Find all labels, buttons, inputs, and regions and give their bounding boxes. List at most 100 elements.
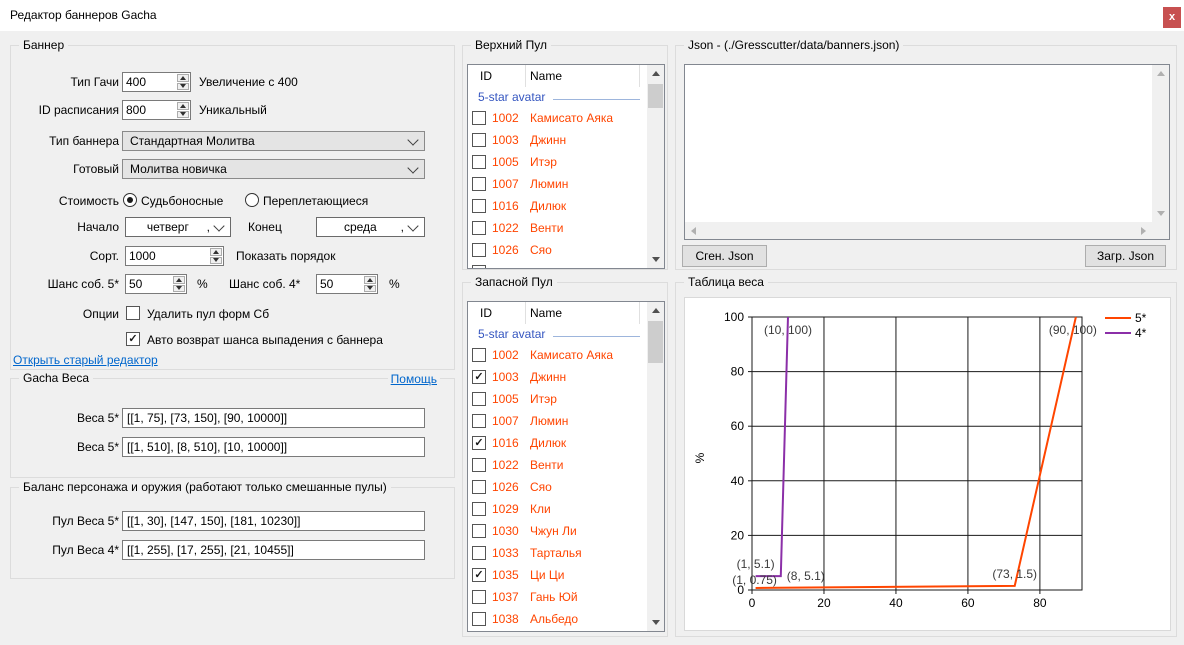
chance4-input[interactable] [316, 274, 378, 294]
list-header[interactable]: ID Name [468, 302, 664, 324]
json-vertical-scrollbar[interactable] [1152, 65, 1169, 222]
radio-fate-selected[interactable] [123, 193, 137, 207]
pool-item-1005[interactable]: 1005Итэр [468, 151, 664, 173]
pool4-input[interactable] [122, 540, 425, 560]
checkbox-unchecked-icon[interactable] [472, 458, 486, 472]
scroll-up-icon[interactable] [1152, 65, 1169, 82]
pool-item-1022[interactable]: 1022Венти [468, 454, 664, 476]
checkbox-unchecked-icon[interactable] [472, 133, 486, 147]
spin-up-icon[interactable] [177, 102, 189, 110]
reserve-pool-list[interactable]: ID Name 5-star avatar 1002Камисато Аяка1… [467, 301, 665, 632]
pool-item-1029[interactable]: 1029Кли [468, 498, 664, 520]
spin-up-icon[interactable] [364, 276, 376, 284]
generate-json-button[interactable]: Сген. Json [682, 245, 767, 267]
pool-item-1022[interactable]: 1022Венти [468, 217, 664, 239]
upper-pool-list[interactable]: ID Name 5-star avatar 1002Камисато Аяка1… [467, 64, 665, 269]
checkbox-unchecked-icon[interactable] [472, 546, 486, 560]
chance5-spinner[interactable] [173, 275, 186, 293]
pool-item-1005[interactable]: 1005Итэр [468, 388, 664, 410]
pool-item-1007[interactable]: 1007Люмин [468, 410, 664, 432]
checkbox-unchecked-icon[interactable] [472, 590, 486, 604]
pool-item-1033[interactable]: 1033Тарталья [468, 542, 664, 564]
spin-up-icon[interactable] [210, 248, 222, 256]
start-dropdown[interactable]: четверг , [125, 217, 231, 237]
checkbox-unchecked-icon[interactable] [472, 414, 486, 428]
scroll-thumb[interactable] [648, 321, 663, 363]
scroll-left-icon[interactable] [685, 222, 702, 239]
gacha-type-input[interactable] [122, 72, 191, 92]
pool-item-partial[interactable] [468, 261, 664, 269]
column-header-name[interactable]: Name [530, 69, 562, 83]
checkbox-unchecked-icon[interactable] [472, 612, 486, 626]
pool-item-1030[interactable]: 1030Чжун Ли [468, 520, 664, 542]
json-content[interactable] [685, 65, 1152, 222]
chance5-field[interactable] [126, 275, 173, 293]
checkbox-unchecked-icon[interactable] [472, 221, 486, 235]
end-dropdown[interactable]: среда , [316, 217, 425, 237]
sort-field[interactable] [126, 247, 210, 265]
schedule-id-field[interactable] [123, 101, 177, 119]
spin-down-icon[interactable] [173, 285, 185, 293]
spin-down-icon[interactable] [210, 257, 222, 265]
pool-item-1038[interactable]: 1038Альбедо [468, 608, 664, 630]
gacha-type-spinner[interactable] [177, 73, 190, 91]
json-textbox[interactable] [684, 64, 1170, 240]
checkbox-checked-icon[interactable] [472, 436, 486, 450]
pool-item-1002[interactable]: 1002Камисато Аяка [468, 107, 664, 129]
list-header[interactable]: ID Name [468, 65, 664, 87]
pool-item-1003[interactable]: 1003Джинн [468, 366, 664, 388]
radio-intertwined[interactable] [245, 193, 259, 207]
spin-up-icon[interactable] [173, 276, 185, 284]
open-old-editor-link[interactable]: Открыть старый редактор [13, 353, 158, 367]
checkbox-unchecked-icon[interactable] [472, 348, 486, 362]
checkbox-checked-icon[interactable] [472, 370, 486, 384]
pool-item-1002[interactable]: 1002Камисато Аяка [468, 344, 664, 366]
schedule-id-spinner[interactable] [177, 101, 190, 119]
scroll-right-icon[interactable] [1135, 222, 1152, 239]
scroll-up-icon[interactable] [647, 302, 664, 319]
json-horizontal-scrollbar[interactable] [685, 222, 1152, 239]
scroll-down-icon[interactable] [647, 614, 664, 631]
spin-up-icon[interactable] [177, 74, 189, 82]
checkbox-checked-icon[interactable] [472, 568, 486, 582]
checkbox-unchecked-icon[interactable] [472, 155, 486, 169]
checkbox-unchecked-icon[interactable] [472, 243, 486, 257]
preset-dropdown[interactable]: Молитва новичка [122, 159, 425, 179]
chance4-spinner[interactable] [364, 275, 377, 293]
checkbox-unchecked-icon[interactable] [472, 392, 486, 406]
scroll-down-icon[interactable] [647, 251, 664, 268]
scroll-down-icon[interactable] [1152, 205, 1169, 222]
pool-item-1026[interactable]: 1026Сяо [468, 476, 664, 498]
pool-item-1003[interactable]: 1003Джинн [468, 129, 664, 151]
help-link[interactable]: Помощь [388, 372, 440, 386]
weights5-1-input[interactable] [122, 408, 425, 428]
schedule-id-input[interactable] [122, 100, 191, 120]
load-json-button[interactable]: Загр. Json [1085, 245, 1166, 267]
chance4-field[interactable] [317, 275, 364, 293]
checkbox-remove-pool-unchecked[interactable] [126, 306, 140, 320]
checkbox-unchecked-icon[interactable] [472, 502, 486, 516]
checkbox-auto-return-checked[interactable] [126, 332, 140, 346]
checkbox-unchecked-icon[interactable] [472, 177, 486, 191]
column-header-id[interactable]: ID [480, 306, 492, 320]
checkbox-unchecked-icon[interactable] [472, 199, 486, 213]
pool-item-1016[interactable]: 1016Дилюк [468, 432, 664, 454]
sort-input[interactable] [125, 246, 224, 266]
banner-type-dropdown[interactable]: Стандартная Молитва [122, 131, 425, 151]
spin-down-icon[interactable] [177, 83, 189, 91]
checkbox-unchecked-icon[interactable] [472, 111, 486, 125]
reserve-pool-scrollbar[interactable] [647, 302, 664, 631]
pool-item-1026[interactable]: 1026Сяо [468, 239, 664, 261]
pool-item-1016[interactable]: 1016Дилюк [468, 195, 664, 217]
pool5-input[interactable] [122, 511, 425, 531]
pool-item-1035[interactable]: 1035Ци Ци [468, 564, 664, 586]
column-header-id[interactable]: ID [480, 69, 492, 83]
gacha-type-field[interactable] [123, 73, 177, 91]
sort-spinner[interactable] [210, 247, 223, 265]
close-button[interactable]: x [1163, 7, 1181, 28]
column-header-name[interactable]: Name [530, 306, 562, 320]
chance5-input[interactable] [125, 274, 187, 294]
checkbox-unchecked-icon[interactable] [472, 265, 486, 269]
scroll-thumb[interactable] [648, 84, 663, 108]
weights5-2-input[interactable] [122, 437, 425, 457]
